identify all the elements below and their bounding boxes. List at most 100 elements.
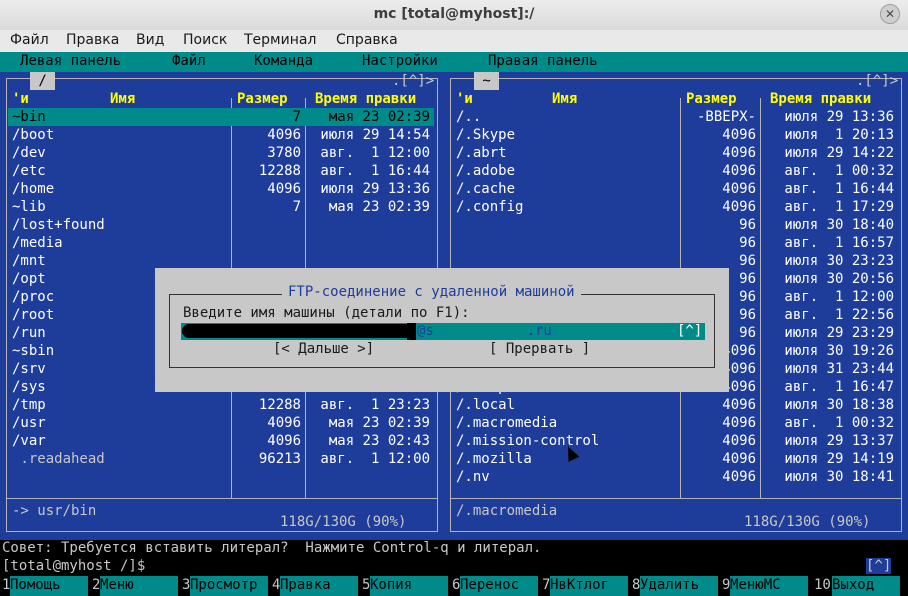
file-row[interactable]: /boot 4096 июля 29 14:54	[8, 126, 434, 144]
mc-menu-left-panel[interactable]: Левая панель	[20, 53, 121, 69]
file-name: /.macromedia	[456, 415, 558, 431]
host-input-value: @s .ru	[417, 323, 552, 339]
file-row[interactable]: /var 4096 мая 23 02:43	[8, 432, 434, 450]
file-size: 12288	[258, 163, 301, 179]
next-button[interactable]: [< Дальше >]	[273, 341, 374, 357]
file-size: 4096	[267, 415, 301, 431]
terminal-menubar: Файл Правка Вид Поиск Терминал Справка	[0, 30, 908, 52]
disk-usage: 118G/130G (90%)	[280, 514, 407, 530]
file-row[interactable]: /.adobe 4096 авг. 1 00:32	[452, 162, 898, 180]
file-mtime: июля 29 14:19	[784, 451, 894, 467]
close-icon[interactable]: ✕	[880, 4, 900, 24]
mc-menu-right-panel[interactable]: Правая панель	[488, 53, 598, 69]
file-size: 4096	[722, 127, 756, 143]
fkey-label: Копия	[370, 576, 448, 596]
file-name: /.mission-control	[456, 433, 600, 449]
file-row[interactable]: /usr 4096 мая 23 02:39	[8, 414, 434, 432]
file-row[interactable]: /.cache 4096 авг. 1 16:44	[452, 180, 898, 198]
menu-terminal[interactable]: Терминал	[244, 32, 316, 48]
column-header-mtime[interactable]: Время правки	[770, 90, 871, 108]
menu-search[interactable]: Поиск	[183, 32, 227, 48]
fkey-label: Правка	[280, 576, 358, 596]
file-row[interactable]: /.mission-control 4096 июля 29 13:37	[452, 432, 898, 450]
file-row[interactable]: /.abrt 4096 июля 29 14:22	[452, 144, 898, 162]
menu-file[interactable]: Файл	[10, 32, 49, 48]
file-name: .readahead	[12, 451, 105, 467]
column-header-size[interactable]: Размер	[237, 90, 288, 108]
file-mtime: авг. 1 23:23	[320, 397, 430, 413]
menu-view[interactable]: Вид	[136, 32, 164, 48]
file-mtime: авг. 1 22:56	[784, 307, 894, 323]
file-size: 4096	[722, 469, 756, 485]
file-row[interactable]: /home 4096 июля 29 13:36	[8, 180, 434, 198]
menu-help[interactable]: Справка	[336, 32, 398, 48]
column-header-n[interactable]: 'и	[456, 90, 473, 108]
file-mtime: июля 30 18:38	[784, 397, 894, 413]
file-row[interactable]: /dev 3780 авг. 1 12:00	[8, 144, 434, 162]
history-button[interactable]: [^]	[677, 323, 702, 339]
fkey-8[interactable]: 8 Удалить	[630, 576, 720, 596]
file-row[interactable]: /etc 12288 авг. 1 16:44	[8, 162, 434, 180]
mc-menu-options[interactable]: Настройки	[362, 53, 438, 69]
status-divider	[6, 498, 438, 499]
file-row[interactable]: /.local 4096 июля 30 18:38	[452, 396, 898, 414]
file-name: /var	[12, 433, 46, 449]
file-row[interactable]: /.config 4096 авг. 1 17:29	[452, 198, 898, 216]
column-header-mtime[interactable]: Время правки	[315, 90, 416, 108]
file-row[interactable]: ~bin 7 мая 23 02:39	[8, 108, 434, 126]
cmd-history-button[interactable]: [^]	[866, 558, 892, 574]
panel-corner-controls[interactable]: .[^]>	[392, 72, 434, 90]
fkey-label: Перенос	[460, 576, 538, 596]
file-row[interactable]: /media	[8, 234, 434, 252]
fkey-label: Меню	[100, 576, 178, 596]
file-row[interactable]: /tmp 12288 авг. 1 23:23	[8, 396, 434, 414]
fkey-7[interactable]: 7 НвКтлог	[540, 576, 630, 596]
panel-path[interactable]: /	[30, 72, 56, 90]
file-size: -ВВЕРХ-	[696, 109, 756, 125]
column-header-n[interactable]: 'и	[12, 90, 29, 108]
terminal: Левая панель Файл Команда Настройки Прав…	[0, 52, 908, 596]
panel-corner-controls[interactable]: .[^]>	[856, 72, 898, 90]
hint-text: Совет: Требуется вставить литерал? Нажми…	[2, 540, 542, 556]
file-row[interactable]: /.. -ВВЕРХ-июля 29 13:36	[452, 108, 898, 126]
fkey-3[interactable]: 3 Просмотр	[180, 576, 270, 596]
panel-path[interactable]: ~	[474, 72, 500, 90]
file-row[interactable]: .readahead 96213 авг. 1 12:00	[8, 450, 434, 468]
fkey-10[interactable]: 10 Выход	[814, 576, 904, 596]
mc-menu-file[interactable]: Файл	[172, 53, 206, 69]
file-size: 4096	[267, 433, 301, 449]
file-name: ~sbin	[12, 343, 55, 359]
file-row[interactable]: 96 июля 30 18:40	[452, 216, 898, 234]
menu-edit[interactable]: Правка	[66, 32, 119, 48]
file-mtime: авг. 1 16:44	[320, 163, 430, 179]
fkey-1[interactable]: 1 Помощь	[0, 576, 90, 596]
fkey-label: Выход	[832, 576, 900, 596]
column-header-size[interactable]: Размер	[686, 90, 737, 108]
column-header-name[interactable]: Имя	[110, 90, 135, 108]
hint-bar: Совет: Требуется вставить литерал? Нажми…	[0, 540, 908, 558]
file-row[interactable]: /.macromedia 4096 авг. 1 00:32	[452, 414, 898, 432]
fkey-5[interactable]: 5 Копия	[360, 576, 450, 596]
fkey-2[interactable]: 2 Меню	[90, 576, 180, 596]
dialog-prompt: Введите имя машины (детали по F1):	[183, 305, 470, 321]
file-name: /proc	[12, 289, 55, 305]
fkey-number: 10	[814, 577, 831, 593]
file-row[interactable]: /.nv 4096 июля 30 18:41	[452, 468, 898, 486]
cancel-button[interactable]: [ Прервать ]	[489, 341, 590, 357]
file-name: /lost+found	[12, 217, 105, 233]
fkey-4[interactable]: 4 Правка	[270, 576, 360, 596]
file-mtime: июля 30 23:23	[784, 253, 894, 269]
file-row[interactable]: 96 авг. 1 16:57	[452, 234, 898, 252]
file-row[interactable]: /lost+found	[8, 216, 434, 234]
column-header-name[interactable]: Имя	[552, 90, 577, 108]
file-row[interactable]: /.Skype 4096 июля 1 20:13	[452, 126, 898, 144]
fkey-9[interactable]: 9 МенюМС	[720, 576, 810, 596]
file-name: /.mozilla	[456, 451, 532, 467]
file-row[interactable]: ~lib 7 мая 23 02:39	[8, 198, 434, 216]
fkey-6[interactable]: 6 Перенос	[450, 576, 540, 596]
redaction-mark	[182, 324, 412, 338]
file-size: 7	[292, 109, 301, 125]
command-line[interactable]: [total@myhost /]$ [^]	[0, 558, 908, 576]
mc-menu-command[interactable]: Команда	[254, 53, 313, 69]
file-row[interactable]: /.mozilla 4096 июля 29 14:19	[452, 450, 898, 468]
